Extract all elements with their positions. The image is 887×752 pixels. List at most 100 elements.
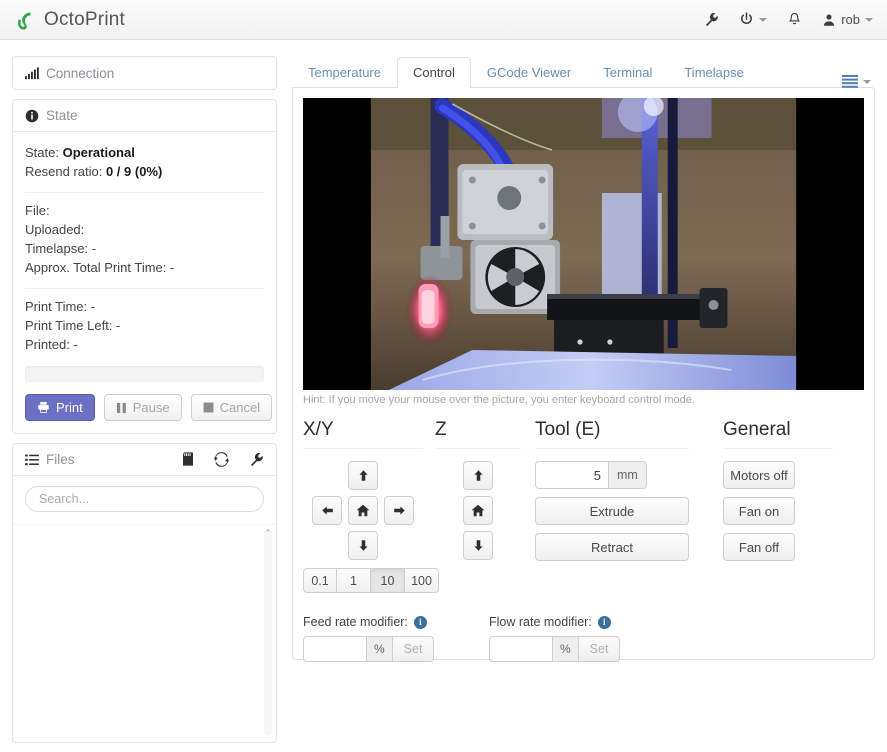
step-10-button[interactable]: 10 xyxy=(371,568,405,593)
jog-z-down-button[interactable] xyxy=(463,531,493,560)
step-size-group: 0.1 1 10 100 xyxy=(303,568,439,593)
home-z-button[interactable] xyxy=(463,496,493,525)
files-scrollbar[interactable] xyxy=(264,531,272,735)
state-row: Print Time: - xyxy=(25,297,264,316)
extrusion-amount-input[interactable] xyxy=(535,461,609,489)
rate-modifiers: Feed rate modifier: i % Set Flow rate mo… xyxy=(303,615,864,662)
feed-rate-input-group: % Set xyxy=(303,636,489,662)
tab-label: Terminal xyxy=(603,65,653,80)
wrench-icon xyxy=(706,13,718,27)
state-label: State: xyxy=(25,145,59,160)
state-label: Print Time: xyxy=(25,299,88,314)
print-button[interactable]: Print xyxy=(25,394,95,421)
feed-rate-input[interactable] xyxy=(303,636,367,662)
home-icon xyxy=(356,504,370,517)
jog-y-up-button[interactable] xyxy=(348,461,378,490)
state-panel: State State: Operational Resend ratio: 0… xyxy=(12,99,277,434)
chevron-down-icon xyxy=(759,17,768,22)
state-row: Uploaded: xyxy=(25,220,264,239)
tab-label: Control xyxy=(412,65,455,80)
motors-off-button[interactable]: Motors off xyxy=(723,461,795,489)
jog-x-left-button[interactable] xyxy=(312,496,342,525)
home-xy-button[interactable] xyxy=(348,496,378,525)
fan-on-button[interactable]: Fan on xyxy=(723,497,795,525)
state-label: File: xyxy=(25,203,50,218)
settings-wrench-button[interactable] xyxy=(704,12,719,27)
notifications-button[interactable] xyxy=(787,12,802,27)
info-circle-icon xyxy=(25,109,39,122)
step-label: 0.1 xyxy=(311,573,329,588)
tab-timelapse[interactable]: Timelapse xyxy=(668,57,759,88)
divider xyxy=(25,192,264,193)
webcam-stream[interactable] xyxy=(303,98,864,390)
username-label: rob xyxy=(841,12,860,27)
files-panel: Files xyxy=(12,443,277,743)
flow-rate-set-button[interactable]: Set xyxy=(578,636,621,662)
files-panel-header[interactable]: Files xyxy=(13,444,276,476)
state-value: Operational xyxy=(62,145,135,160)
signal-bars-icon xyxy=(25,66,39,79)
brand[interactable]: OctoPrint xyxy=(14,9,125,31)
home-icon xyxy=(471,504,485,517)
arrow-up-icon xyxy=(473,470,483,481)
fan-on-label: Fan on xyxy=(738,503,780,519)
refresh-icon[interactable] xyxy=(214,452,229,467)
user-menu-button[interactable]: rob xyxy=(822,12,873,27)
main-tabs: Temperature Control GCode Viewer Termina… xyxy=(292,56,875,88)
tab-control[interactable]: Control xyxy=(396,57,471,88)
retract-button[interactable]: Retract xyxy=(535,533,689,561)
pause-button-label: Pause xyxy=(132,400,170,415)
tabs-overflow-menu[interactable] xyxy=(842,75,875,88)
feed-rate-label: Feed rate modifier: xyxy=(303,615,408,629)
control-columns: X/Y 0.1 1 10 100 Z Tool (E) 5 mm Extrude… xyxy=(303,418,864,593)
column-tool: Tool (E) mm Extrude Retract xyxy=(535,418,689,593)
feed-rate-set-button[interactable]: Set xyxy=(392,636,435,662)
fan-off-label: Fan off xyxy=(738,539,780,555)
jog-y-down-button[interactable] xyxy=(348,531,378,560)
wrench-icon[interactable] xyxy=(249,452,264,467)
cancel-button[interactable]: Cancel xyxy=(190,394,273,421)
step-label: 100 xyxy=(411,573,432,588)
step-1-button[interactable]: 1 xyxy=(337,568,371,593)
feed-rate-block: Feed rate modifier: i % Set xyxy=(303,615,489,662)
tab-gcode-viewer[interactable]: GCode Viewer xyxy=(471,57,587,88)
column-z: Z xyxy=(435,418,521,593)
tab-label: GCode Viewer xyxy=(486,65,572,80)
sd-card-icon[interactable] xyxy=(182,452,194,467)
state-row: Print Time Left: - xyxy=(25,316,264,335)
tab-terminal[interactable]: Terminal xyxy=(587,57,668,88)
state-panel-title: State xyxy=(46,108,78,123)
search-input[interactable] xyxy=(25,486,264,512)
sidebar: Connection State State: Operational Rese… xyxy=(12,56,277,752)
tab-temperature[interactable]: Temperature xyxy=(292,57,397,88)
state-panel-header[interactable]: State xyxy=(13,100,276,132)
flow-rate-input[interactable] xyxy=(489,636,553,662)
fan-off-button[interactable]: Fan off xyxy=(723,533,795,561)
extrusion-amount-group: mm xyxy=(535,461,689,489)
pause-icon xyxy=(116,402,126,413)
state-status-group: State: Operational Resend ratio: 0 / 9 (… xyxy=(25,143,264,183)
power-menu-button[interactable] xyxy=(739,12,768,27)
connection-panel-header[interactable]: Connection xyxy=(13,57,276,89)
step-100-button[interactable]: 100 xyxy=(405,568,439,593)
control-tab-pane: Hint: If you move your mouse over the pi… xyxy=(292,87,875,662)
step-0.1-button[interactable]: 0.1 xyxy=(303,568,337,593)
step-label: 10 xyxy=(380,573,395,588)
webcam-image xyxy=(303,98,864,390)
stop-icon xyxy=(203,402,214,413)
xy-jog-row xyxy=(303,531,423,560)
extrude-button[interactable]: Extrude xyxy=(535,497,689,525)
info-icon[interactable]: i xyxy=(413,615,427,629)
bell-icon xyxy=(789,12,801,25)
top-navbar: OctoPrint rob xyxy=(0,0,887,40)
state-time-group: Print Time: - Print Time Left: - Printed… xyxy=(25,297,264,356)
main-content: Temperature Control GCode Viewer Termina… xyxy=(292,56,875,662)
pause-button[interactable]: Pause xyxy=(103,394,182,421)
info-icon[interactable]: i xyxy=(597,615,611,629)
divider xyxy=(25,288,264,289)
jog-x-right-button[interactable] xyxy=(384,496,414,525)
chevron-down-icon xyxy=(863,79,871,84)
column-tool-title: Tool (E) xyxy=(535,418,689,449)
extrusion-unit-label: mm xyxy=(609,461,647,489)
jog-z-up-button[interactable] xyxy=(463,461,493,490)
